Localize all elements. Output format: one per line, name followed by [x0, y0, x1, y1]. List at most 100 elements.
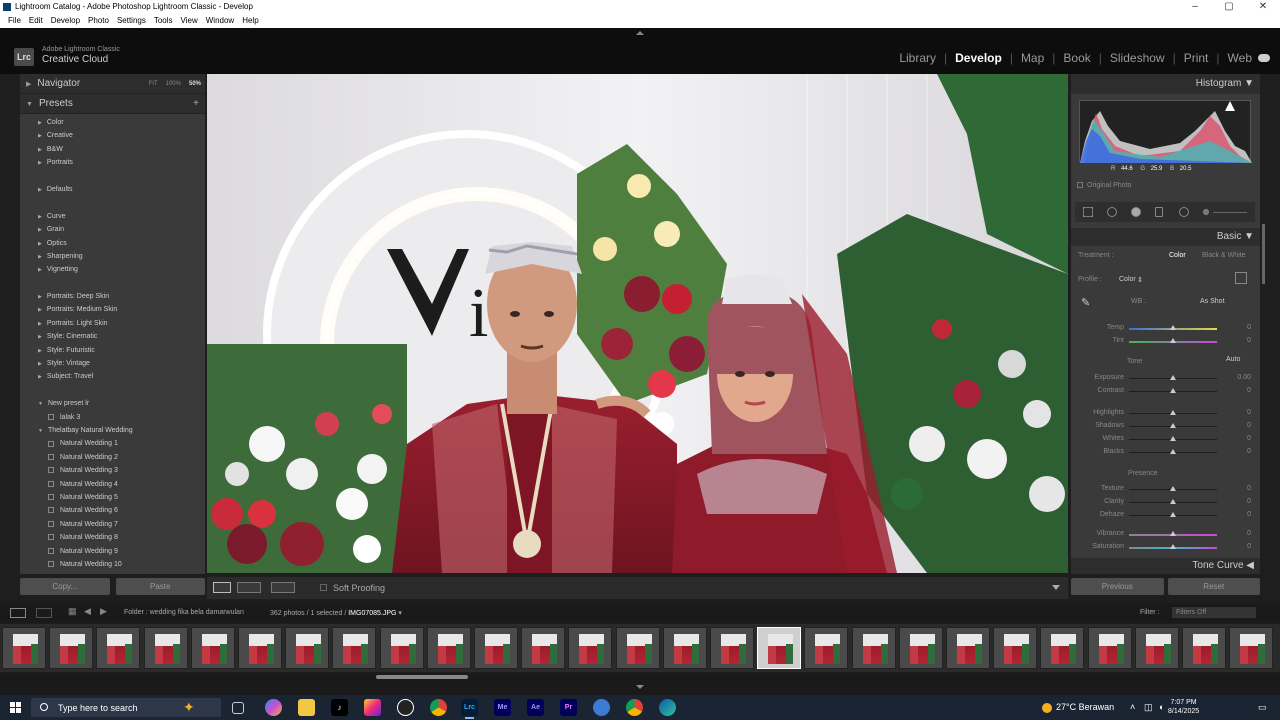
slider-knob-highlights[interactable] [1170, 410, 1176, 415]
soft-proofing-checkbox[interactable] [320, 584, 327, 591]
previous-button[interactable]: Previous [1071, 578, 1164, 595]
preset-group[interactable]: ▶ Style: Vintage [20, 357, 205, 370]
preset-group[interactable]: ▶ Portraits: Medium Skin [20, 303, 205, 316]
menu-develop[interactable]: Develop [47, 14, 84, 28]
filmstrip-thumbnail[interactable] [1182, 627, 1226, 669]
preset-item[interactable]: Natural Wedding 7 [20, 518, 205, 531]
profile-dropdown-icon[interactable]: ⇕ [1137, 276, 1143, 284]
tiktok-icon[interactable]: ♪ [331, 699, 348, 716]
slider-value-contrast[interactable]: 0 [1221, 387, 1251, 394]
treatment-bw[interactable]: Black & White [1202, 252, 1246, 259]
preset-item[interactable]: Natural Wedding 4 [20, 478, 205, 491]
module-map[interactable]: Map [1013, 51, 1052, 65]
slider-knob-dehaze[interactable] [1170, 512, 1176, 517]
preset-item[interactable]: Natural Wedding 9 [20, 545, 205, 558]
slider-knob-vibrance[interactable] [1170, 531, 1176, 536]
filmstrip-count[interactable]: 362 photos / 1 selected / IMG07085.JPG ▾ [270, 609, 402, 617]
filmstrip-thumbnail[interactable] [238, 627, 282, 669]
slider-value-exposure[interactable]: 0.00 [1221, 374, 1251, 381]
main-window-icon[interactable] [10, 608, 26, 618]
preset-item[interactable]: Natural Wedding 3 [20, 464, 205, 477]
bottom-panel-toggle-icon[interactable] [636, 685, 644, 689]
secondary-window-icon[interactable] [36, 608, 52, 618]
preset-group[interactable]: ▼ Thelatbay Natural Wedding [20, 424, 205, 437]
preset-group[interactable]: ▶ Portraits: Deep Skin [20, 290, 205, 303]
preset-item[interactable]: Natural Wedding 2 [20, 451, 205, 464]
filmstrip-thumbnail[interactable] [285, 627, 330, 669]
main-photo[interactable]: i [207, 74, 1068, 573]
filmstrip-thumbnail[interactable] [993, 627, 1038, 669]
slider-value-texture[interactable]: 0 [1221, 485, 1251, 492]
back-arrow-icon[interactable]: ◀ [84, 606, 91, 616]
filmstrip-thumbnail[interactable] [49, 627, 94, 669]
slider-knob-whites[interactable] [1170, 436, 1176, 441]
after-effects-icon[interactable]: Ae [527, 699, 544, 716]
preset-group[interactable]: ▶ Sharpening [20, 250, 205, 263]
forward-arrow-icon[interactable]: ▶ [100, 606, 107, 616]
minimize-button[interactable]: – [1178, 0, 1212, 14]
loupe-view-icon[interactable] [213, 582, 231, 593]
chrome-icon[interactable] [430, 699, 447, 716]
maximize-button[interactable]: ▢ [1212, 0, 1246, 14]
filmstrip-thumbnail[interactable] [96, 627, 141, 669]
preset-item[interactable]: Natural Wedding 10 [20, 558, 205, 571]
slider-value-saturation[interactable]: 0 [1221, 543, 1251, 550]
preset-item[interactable]: Natural Wedding 1 [20, 437, 205, 450]
filmstrip-thumbnail[interactable] [1229, 627, 1274, 669]
filmstrip-thumbnail[interactable] [1087, 627, 1132, 669]
treatment-color[interactable]: Color [1169, 252, 1186, 259]
slider-value-temp[interactable]: 0 [1221, 324, 1251, 331]
module-web[interactable]: Web [1220, 51, 1260, 65]
file-explorer-icon[interactable] [298, 699, 315, 716]
slider-value-blacks[interactable]: 0 [1221, 448, 1251, 455]
preset-item[interactable]: Natural Wedding 5 [20, 491, 205, 504]
filmstrip-thumbnail[interactable] [898, 627, 943, 669]
taskbar-search[interactable]: Type here to search ✦ [31, 698, 221, 717]
slider-knob-clarity[interactable] [1170, 499, 1176, 504]
slider-value-tint[interactable]: 0 [1221, 337, 1251, 344]
tray-chevron-icon[interactable]: ˄ [1130, 702, 1135, 712]
menu-settings[interactable]: Settings [113, 14, 150, 28]
preset-group[interactable]: ▼ New preset lr [20, 397, 205, 410]
brush-tool-icon[interactable] [1203, 209, 1209, 215]
menu-tools[interactable]: Tools [150, 14, 177, 28]
filter-select[interactable]: Filters Off [1172, 607, 1256, 618]
filmstrip-thumbnail[interactable] [143, 627, 188, 669]
red-eye-tool-icon[interactable] [1131, 207, 1141, 217]
slider-value-dehaze[interactable]: 0 [1221, 511, 1251, 518]
preset-group[interactable]: ▶ Vignetting [20, 263, 205, 276]
slider-value-clarity[interactable]: 0 [1221, 498, 1251, 505]
preset-group[interactable]: ▶ Defaults [20, 183, 205, 196]
filmstrip-scrollbar[interactable] [376, 675, 468, 679]
wb-eyedropper-icon[interactable]: ✎ [1081, 296, 1090, 309]
right-panel-scrollbar[interactable] [1262, 224, 1265, 284]
preset-group[interactable]: ▶ Portraits: Light Skin [20, 317, 205, 330]
slider-knob-exposure[interactable] [1170, 375, 1176, 380]
navigator-header[interactable]: ▶ Navigator FIT 100% 50% [20, 74, 205, 94]
radial-filter-icon[interactable] [1179, 207, 1189, 217]
presets-header[interactable]: ▼ Presets + [20, 94, 205, 114]
filmstrip-thumbnail[interactable] [804, 627, 849, 669]
menu-photo[interactable]: Photo [84, 14, 113, 28]
profile-value[interactable]: Color [1119, 276, 1136, 283]
preset-group[interactable]: ▶ Curve [20, 210, 205, 223]
menu-help[interactable]: Help [238, 14, 262, 28]
top-panel-toggle-icon[interactable] [636, 31, 644, 35]
preset-group[interactable]: ▶ Grain [20, 223, 205, 236]
filmstrip-thumbnail[interactable] [521, 627, 566, 669]
zoom-100[interactable]: 100% [166, 74, 181, 94]
graduated-filter-icon[interactable] [1155, 207, 1163, 217]
add-preset-icon[interactable]: + [193, 94, 199, 114]
media-encoder-icon[interactable]: Me [494, 699, 511, 716]
menu-view[interactable]: View [177, 14, 202, 28]
menu-edit[interactable]: Edit [25, 14, 47, 28]
slider-knob-contrast[interactable] [1170, 388, 1176, 393]
capcut-icon[interactable] [397, 699, 414, 716]
close-button[interactable]: ✕ [1246, 0, 1280, 14]
task-view-icon[interactable] [232, 702, 244, 714]
filmstrip-thumbnail[interactable] [568, 627, 613, 669]
cloud-sync-icon[interactable] [1258, 54, 1270, 62]
slider-knob-texture[interactable] [1170, 486, 1176, 491]
lightroom-taskbar-icon[interactable]: Lrc [461, 699, 478, 719]
profile-browser-grid-icon[interactable] [1235, 272, 1247, 284]
